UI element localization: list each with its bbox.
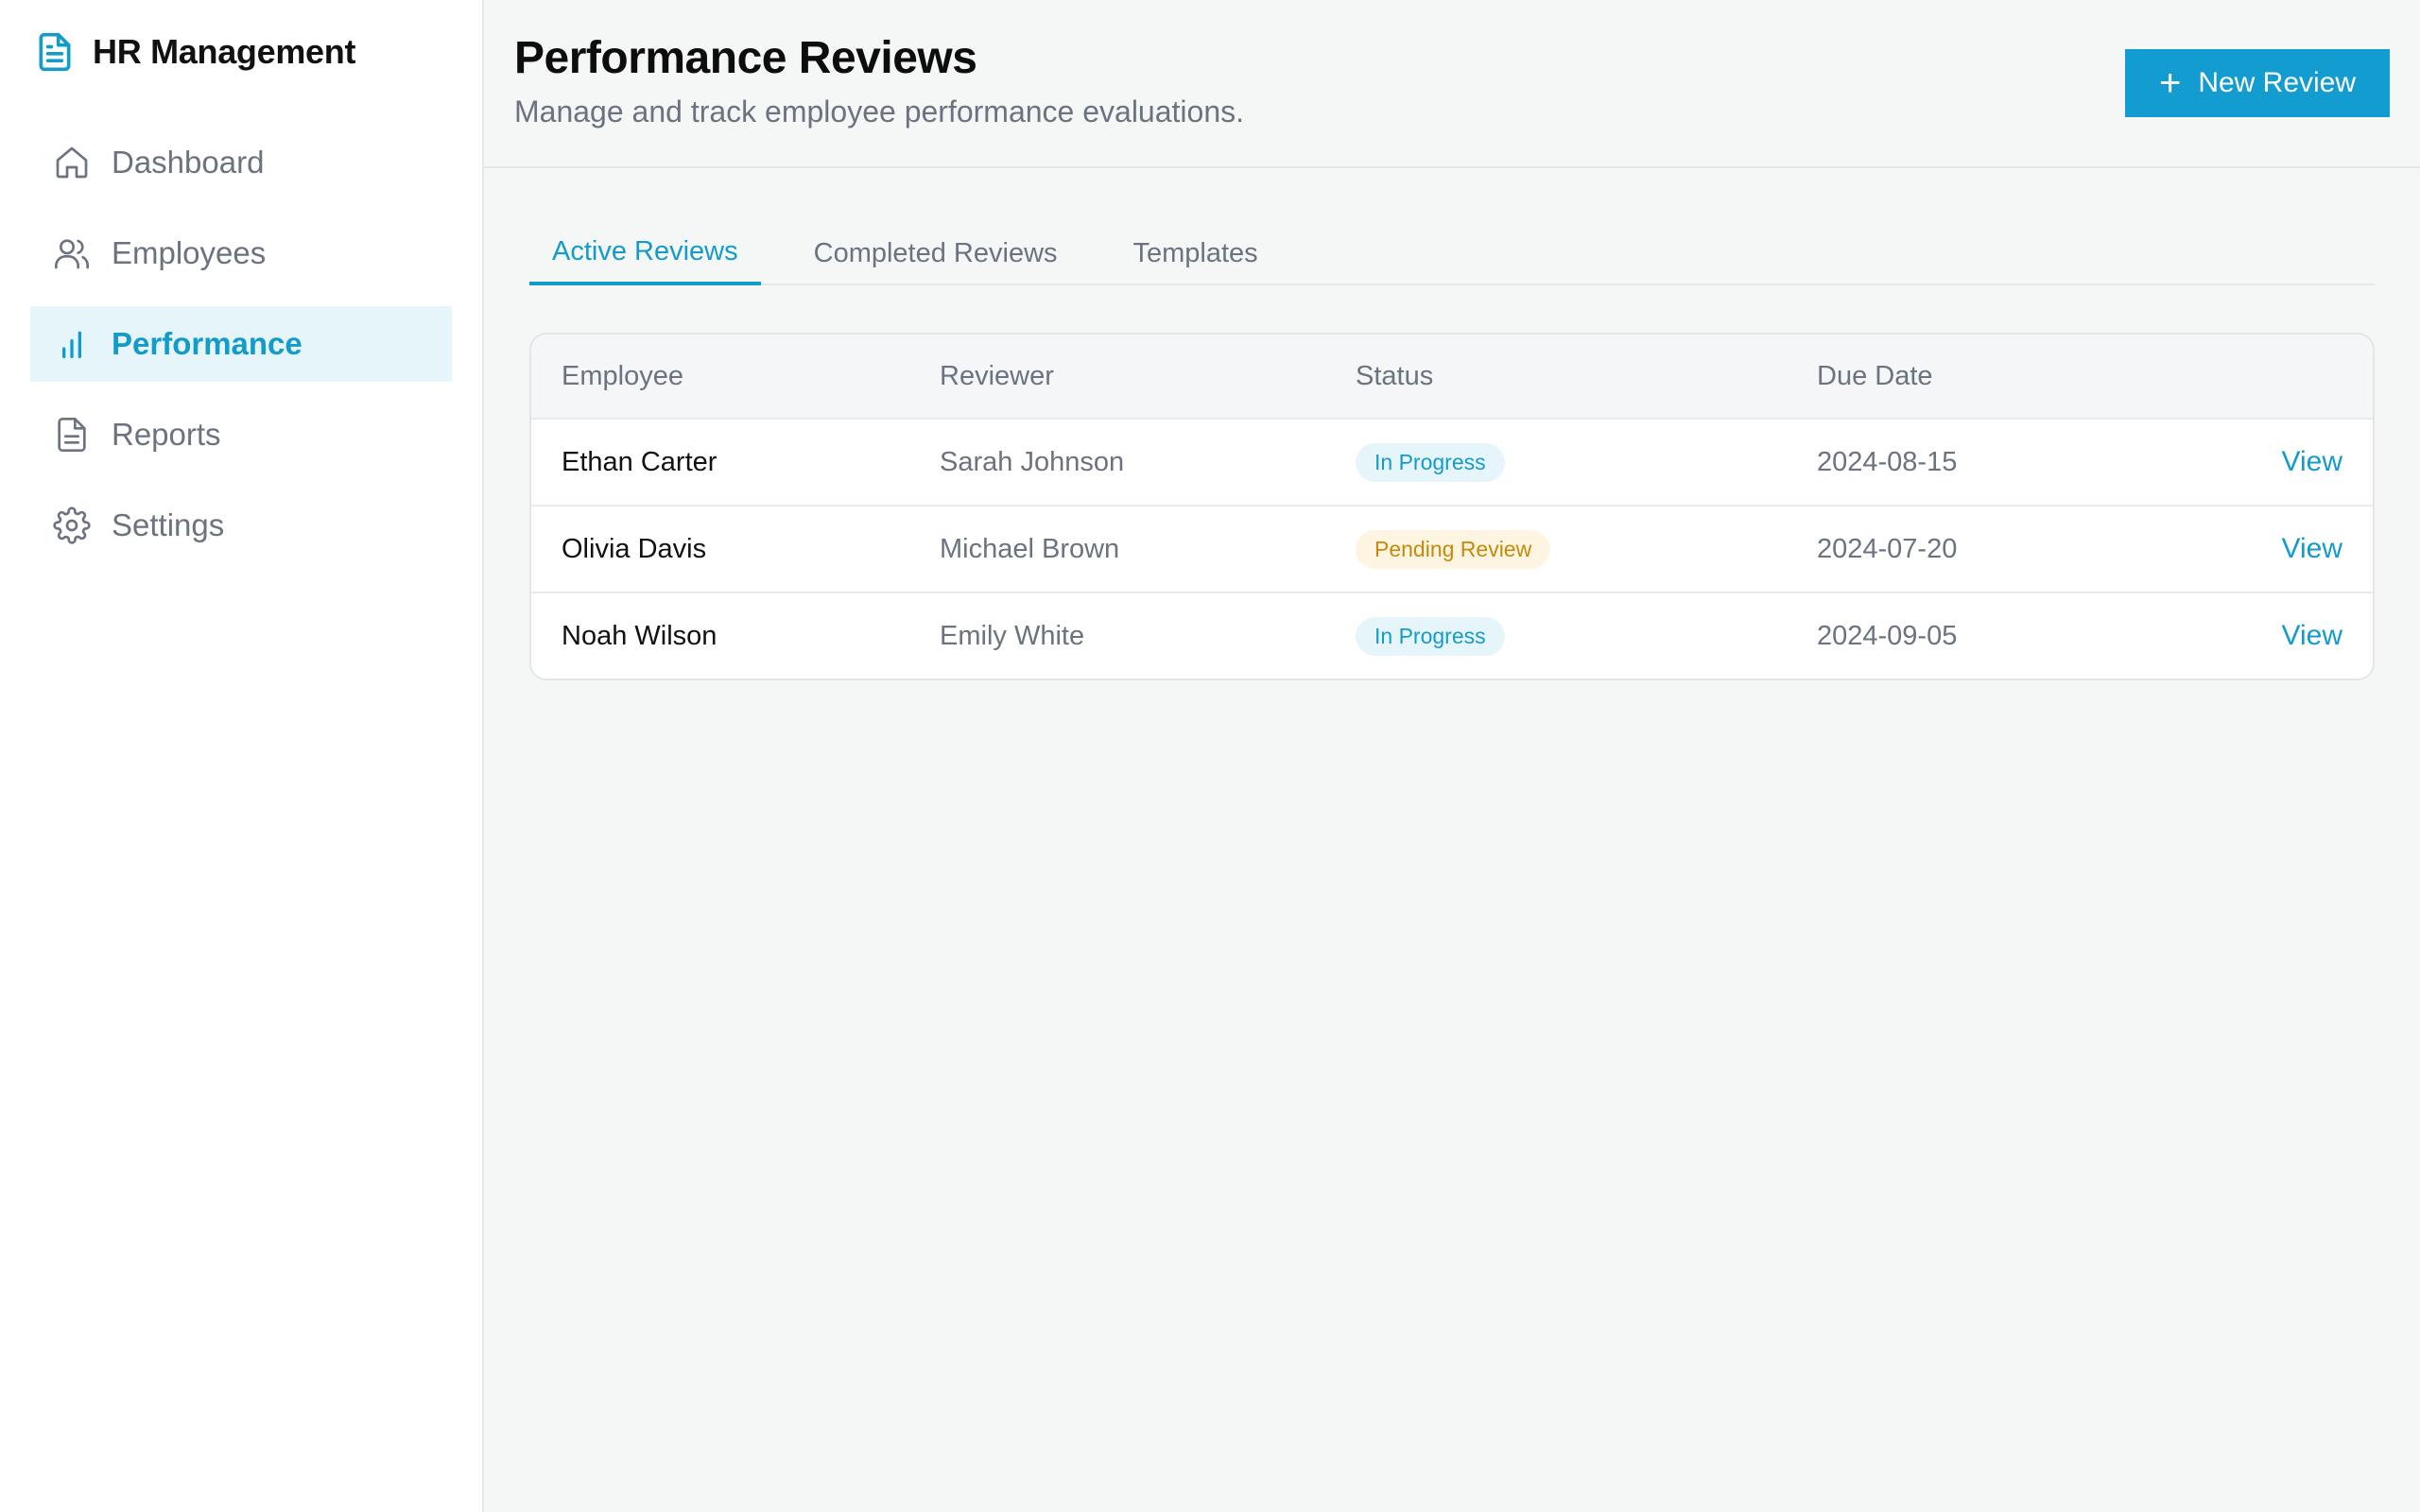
reviewer-name: Emily White [940,620,1085,651]
column-header-reviewer: Reviewer [940,360,1054,391]
sidebar-item-dashboard[interactable]: Dashboard [30,125,452,200]
status-cell: In Progress [1356,442,1817,482]
document-icon [34,30,76,74]
sidebar-item-reports[interactable]: Reports [30,397,452,472]
column-header-due-date: Due Date [1817,360,1933,391]
tab-bar: Active Reviews Completed Reviews Templat… [529,221,2375,285]
due-date: 2024-07-20 [1817,533,1958,564]
users-icon [53,234,91,272]
tab-completed-reviews[interactable]: Completed Reviews [791,221,1080,285]
action-cell: View [2195,533,2342,565]
main-content: Performance Reviews Manage and track emp… [484,0,2420,1512]
header-text: Performance Reviews Manage and track emp… [514,32,1244,129]
table-row: Noah Wilson Emily White In Progress 2024… [531,592,2373,679]
reviewer-name: Michael Brown [940,533,1120,564]
sidebar-item-label: Settings [112,507,225,542]
due-date: 2024-09-05 [1817,620,1958,651]
view-link[interactable]: View [2282,533,2342,564]
page-header: Performance Reviews Manage and track emp… [484,0,2420,168]
status-badge: In Progress [1356,616,1505,656]
sidebar-item-settings[interactable]: Settings [30,488,452,563]
new-review-label: New Review [2198,67,2357,98]
sidebar: HR Management Dashboard Employees Perfor… [0,0,484,1512]
table-header: Employee Reviewer Status Due Date [531,335,2373,418]
gear-icon [53,507,91,544]
action-cell: View [2195,620,2342,652]
file-text-icon [53,416,91,454]
reviewer-name: Sarah Johnson [940,446,1125,477]
reviews-table: Employee Reviewer Status Due Date Ethan … [529,333,2375,680]
status-badge: Pending Review [1356,529,1551,569]
tab-templates[interactable]: Templates [1111,221,1281,285]
due-date: 2024-08-15 [1817,446,1958,477]
status-cell: In Progress [1356,616,1817,656]
sidebar-item-performance[interactable]: Performance [30,306,452,382]
app-root: HR Management Dashboard Employees Perfor… [0,0,2420,1512]
employee-name: Noah Wilson [562,620,717,651]
sidebar-item-label: Employees [112,235,267,270]
action-cell: View [2195,446,2342,478]
brand: HR Management [30,30,452,74]
column-header-status: Status [1356,360,1434,391]
tab-active-reviews[interactable]: Active Reviews [529,221,761,285]
bar-chart-icon [53,325,91,363]
view-link[interactable]: View [2282,446,2342,477]
table-row: Ethan Carter Sarah Johnson In Progress 2… [531,418,2373,505]
sidebar-item-employees[interactable]: Employees [30,215,452,291]
table-row: Olivia Davis Michael Brown Pending Revie… [531,505,2373,592]
status-cell: Pending Review [1356,529,1817,569]
reviews-section: Active Reviews Completed Reviews Templat… [484,168,2420,680]
sidebar-item-label: Dashboard [112,145,265,180]
sidebar-item-label: Performance [112,326,302,361]
new-review-button[interactable]: + New Review [2125,49,2390,117]
column-header-employee: Employee [562,360,683,391]
sidebar-item-label: Reports [112,417,221,452]
sidebar-nav: Dashboard Employees Performance Reports … [30,125,452,563]
view-link[interactable]: View [2282,620,2342,651]
employee-name: Olivia Davis [562,533,707,564]
plus-icon: + [2158,62,2182,104]
app-title: HR Management [93,32,356,71]
page-subtitle: Manage and track employee performance ev… [514,94,1244,129]
status-badge: In Progress [1356,442,1505,482]
employee-name: Ethan Carter [562,446,717,477]
page-title: Performance Reviews [514,33,977,83]
home-icon [53,144,91,181]
